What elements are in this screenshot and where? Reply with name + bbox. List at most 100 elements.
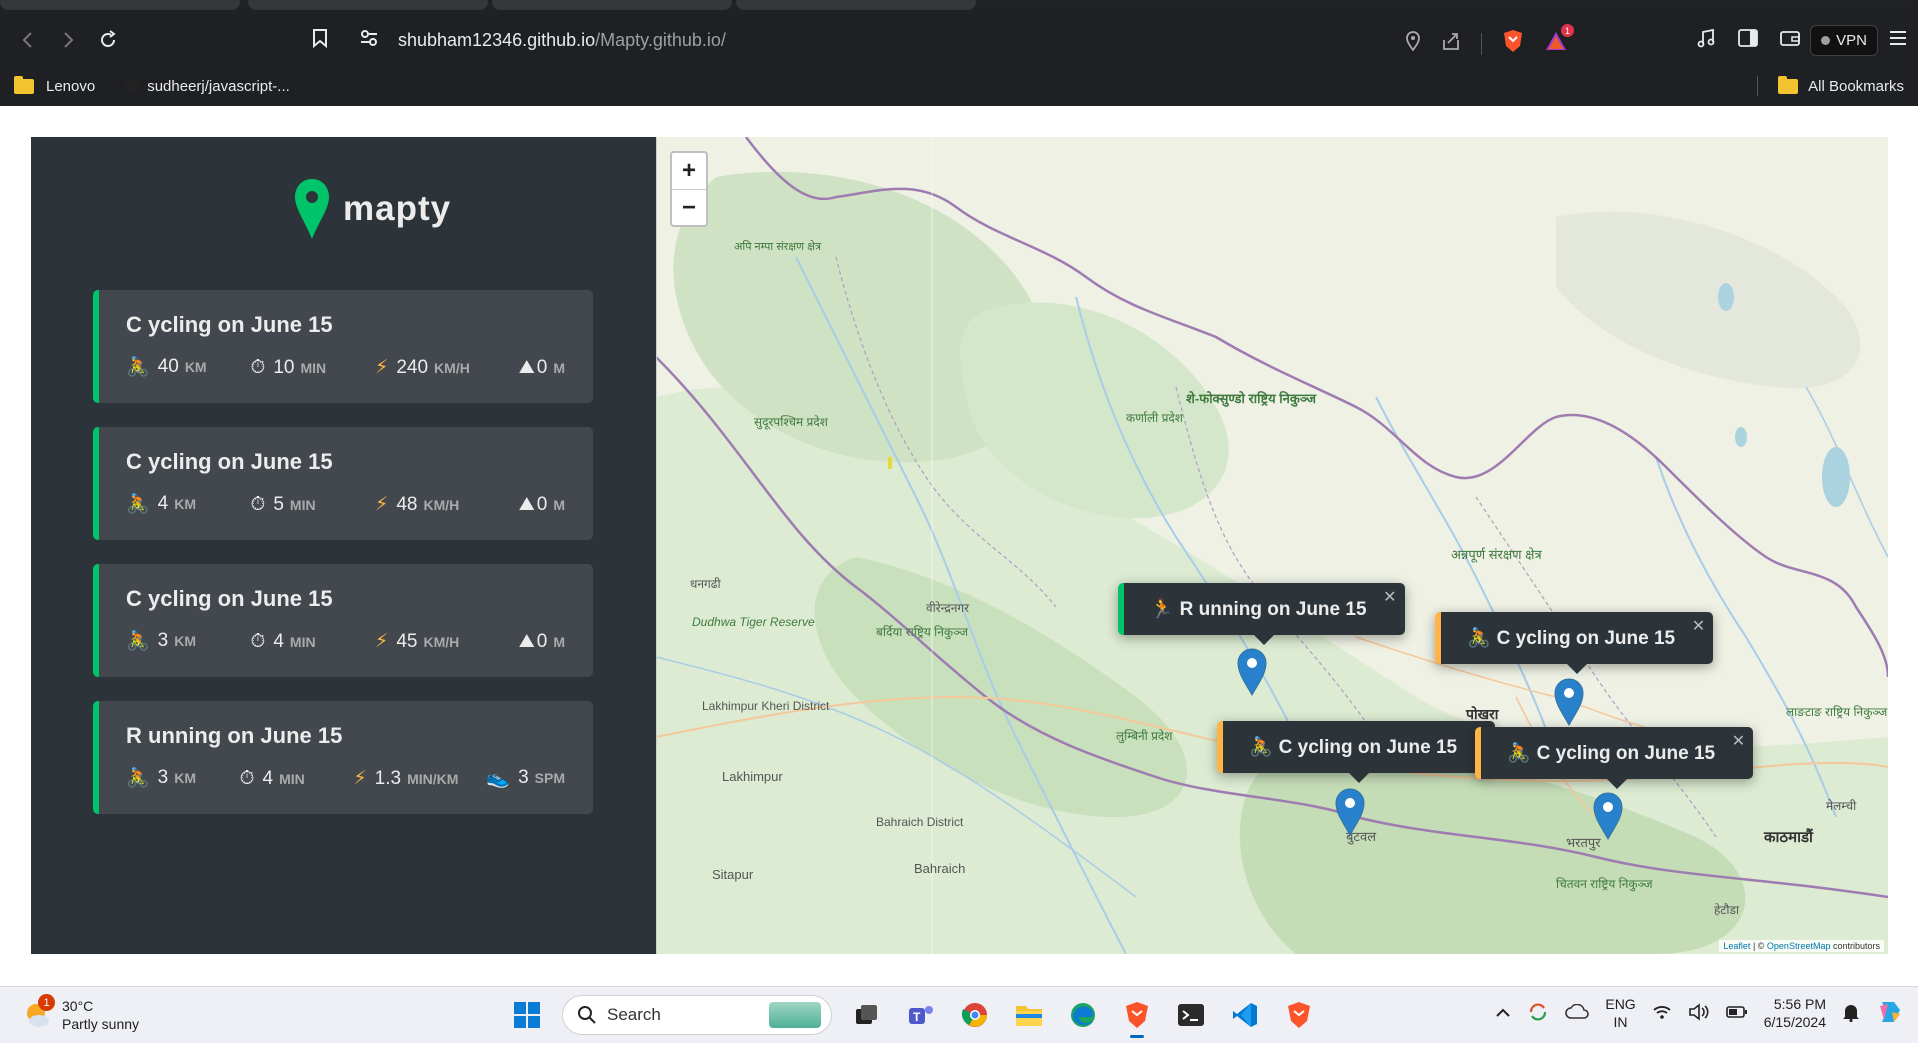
osm-link[interactable]: OpenStreetMap xyxy=(1767,941,1831,951)
share-icon[interactable] xyxy=(1441,31,1461,56)
bookmark-icon[interactable] xyxy=(312,28,328,53)
map-marker-icon[interactable] xyxy=(1236,647,1268,697)
distance-unit: km xyxy=(174,770,197,786)
map-marker-icon[interactable] xyxy=(1592,791,1624,841)
browser-tab[interactable] xyxy=(248,0,488,10)
file-explorer-app[interactable] xyxy=(1010,996,1048,1034)
speed-detail: ⚡ 240 km/h xyxy=(375,356,491,379)
map-marker-icon[interactable] xyxy=(1553,677,1585,727)
cyclist-icon: 🚴 xyxy=(1467,628,1491,649)
map-label: सुदूरपश्चिम प्रदेश xyxy=(754,415,828,429)
map-marker-icon[interactable] xyxy=(1334,787,1366,837)
sidebar: mapty C ycling on June 15 🚴 40 km ⏱ 10 min ⚡… xyxy=(31,137,656,954)
menu-icon[interactable] xyxy=(1888,30,1908,51)
terminal-app[interactable] xyxy=(1172,996,1210,1034)
teams-app[interactable]: T xyxy=(902,996,940,1034)
popup-close-icon[interactable]: ✕ xyxy=(1692,616,1705,636)
brave-app[interactable] xyxy=(1118,996,1156,1038)
forward-icon[interactable] xyxy=(48,20,88,60)
pace-detail: ⚡ 1.3 min/km xyxy=(353,767,458,790)
teams-icon: T xyxy=(909,1006,933,1024)
browser-tab[interactable] xyxy=(736,0,976,10)
workout-popup[interactable]: 🚴C ycling on June 15 ✕ xyxy=(1435,612,1714,674)
popup-label: C ycling on June 15 xyxy=(1278,737,1458,758)
zoom-in-button[interactable]: + xyxy=(672,153,706,189)
browser-tab[interactable] xyxy=(492,0,732,10)
onedrive-icon[interactable] xyxy=(1565,1003,1590,1023)
workout-popup[interactable]: 🚴C ycling on June 15 ✕ xyxy=(1217,721,1496,783)
windows-icon xyxy=(514,1002,540,1028)
popup-close-icon[interactable]: ✕ xyxy=(1383,587,1396,607)
lightning-icon: ⚡ xyxy=(353,768,367,789)
workout-title: C ycling on June 15 xyxy=(126,449,333,474)
notification-bell-icon[interactable] xyxy=(1842,1002,1860,1025)
language-indicator[interactable]: ENG IN xyxy=(1605,995,1635,1031)
map-attribution: Leaflet | © OpenStreetMap contributors xyxy=(1719,940,1884,952)
workout-item[interactable]: C ycling on June 15 🚴 4 km ⏱ 5 min ⚡ 48 km/h ⛰… xyxy=(93,427,593,540)
clock[interactable]: 5:56 PM 6/15/2024 xyxy=(1764,995,1826,1031)
speed-unit: km/h xyxy=(423,633,460,650)
back-icon[interactable] xyxy=(8,20,48,60)
terminal-icon xyxy=(1178,1004,1204,1026)
brave-app-2[interactable] xyxy=(1280,996,1318,1034)
zoom-out-button[interactable]: − xyxy=(672,189,706,225)
github-icon xyxy=(125,79,140,93)
workout-details: 🚴 3 km ⏱ 4 min ⚡ 1.3 min/km 👟 3 spm xyxy=(126,766,593,790)
sidebar-toggle-icon[interactable] xyxy=(1738,28,1759,52)
chrome-app[interactable] xyxy=(956,996,994,1034)
all-bookmarks[interactable]: All Bookmarks xyxy=(1757,75,1904,96)
url-text: shubham12346.github.io/Mapty.github.io/ xyxy=(398,30,726,51)
mountain-icon: ⛰ xyxy=(518,494,535,515)
brave-rewards-icon[interactable]: 1 xyxy=(1544,24,1574,57)
speed-value: 45 xyxy=(396,630,418,652)
chevron-up-icon[interactable] xyxy=(1495,1005,1511,1021)
volume-icon[interactable] xyxy=(1688,1002,1710,1024)
elevation-value: 0 xyxy=(536,357,548,378)
stopwatch-icon: ⏱ xyxy=(250,494,266,515)
location-icon[interactable] xyxy=(1405,31,1421,56)
taskbar-search[interactable]: Search xyxy=(562,995,832,1035)
edge-app[interactable] xyxy=(1064,996,1102,1034)
pace-value: 1.3 xyxy=(374,767,402,789)
start-button[interactable] xyxy=(508,996,546,1034)
bookmark-lenovo[interactable]: Lenovo xyxy=(14,75,95,95)
search-label: Search xyxy=(607,1005,661,1024)
copilot-icon[interactable] xyxy=(1876,998,1904,1029)
duration-detail: ⏱ 10 min xyxy=(251,357,348,379)
map-label: Bahraich xyxy=(914,861,966,876)
wifi-icon[interactable] xyxy=(1652,1004,1672,1023)
taskbar-apps: Search T xyxy=(508,995,1318,1038)
sync-icon[interactable] xyxy=(1527,1001,1549,1026)
stopwatch-icon: ⏱ xyxy=(239,768,255,789)
cadence-value: 3 xyxy=(518,767,529,788)
weather-widget[interactable]: 1 30°C Partly sunny xyxy=(22,994,139,1033)
workout-item[interactable]: C ycling on June 15 🚴 40 km ⏱ 10 min ⚡ 240 km/… xyxy=(93,290,593,403)
task-view-button[interactable] xyxy=(848,996,886,1034)
language-code: ENG xyxy=(1605,996,1636,1012)
vscode-app[interactable] xyxy=(1226,996,1264,1034)
workout-popup[interactable]: 🚴C ycling on June 15 ✕ xyxy=(1475,727,1754,789)
mountain-icon: ⛰ xyxy=(518,357,535,378)
browser-tab[interactable] xyxy=(0,0,240,10)
distance-unit: km xyxy=(174,496,197,512)
lightning-icon: ⚡ xyxy=(375,357,389,378)
leaflet-link[interactable]: Leaflet xyxy=(1723,941,1750,951)
speed-value: 240 xyxy=(396,356,429,378)
battery-icon[interactable] xyxy=(1725,1005,1748,1022)
site-settings-icon[interactable] xyxy=(360,29,378,52)
bookmark-javascript[interactable]: sudheerj/javascript-... xyxy=(125,78,290,95)
map-label: हेटौडा xyxy=(1714,903,1740,917)
cadence-detail: 👟 3 spm xyxy=(486,766,565,790)
workout-item[interactable]: C ycling on June 15 🚴 3 km ⏱ 4 min ⚡ 45 km/h ⛰… xyxy=(93,564,593,677)
map[interactable]: अपि नम्पा संरक्षण क्षेत्र सुदूरपश्चिम प्… xyxy=(656,137,1888,954)
media-icon[interactable] xyxy=(1696,28,1716,53)
brave-shield-icon[interactable] xyxy=(1502,29,1524,58)
map-label: Sitapur xyxy=(712,867,754,882)
chrome-icon xyxy=(961,1003,987,1027)
workout-popup[interactable]: 🏃 R unning on June 15 ✕ xyxy=(1118,583,1405,645)
workout-item[interactable]: R unning on June 15 🚴 3 km ⏱ 4 min ⚡ 1.3 min/k… xyxy=(93,701,593,814)
popup-close-icon[interactable]: ✕ xyxy=(1732,731,1745,751)
vpn-button[interactable]: VPN xyxy=(1810,24,1878,56)
wallet-icon[interactable] xyxy=(1780,29,1801,52)
reload-icon[interactable] xyxy=(88,20,128,60)
